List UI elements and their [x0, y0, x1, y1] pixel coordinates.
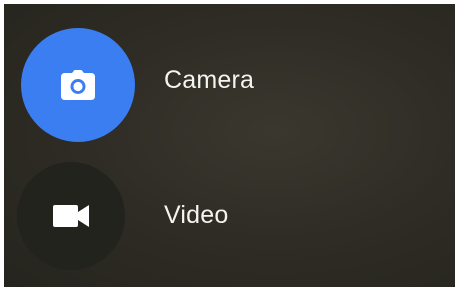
camera-mode-option[interactable]: Camera [4, 28, 455, 148]
camera-icon [61, 70, 95, 100]
video-mode-button[interactable] [17, 162, 125, 270]
camera-mode-label: Camera [164, 66, 255, 94]
capture-mode-menu: Camera Video [4, 4, 455, 287]
video-mode-option[interactable]: Video [4, 158, 455, 278]
camera-mode-button[interactable] [21, 28, 135, 142]
videocam-icon [53, 205, 89, 227]
video-mode-label: Video [164, 201, 229, 229]
